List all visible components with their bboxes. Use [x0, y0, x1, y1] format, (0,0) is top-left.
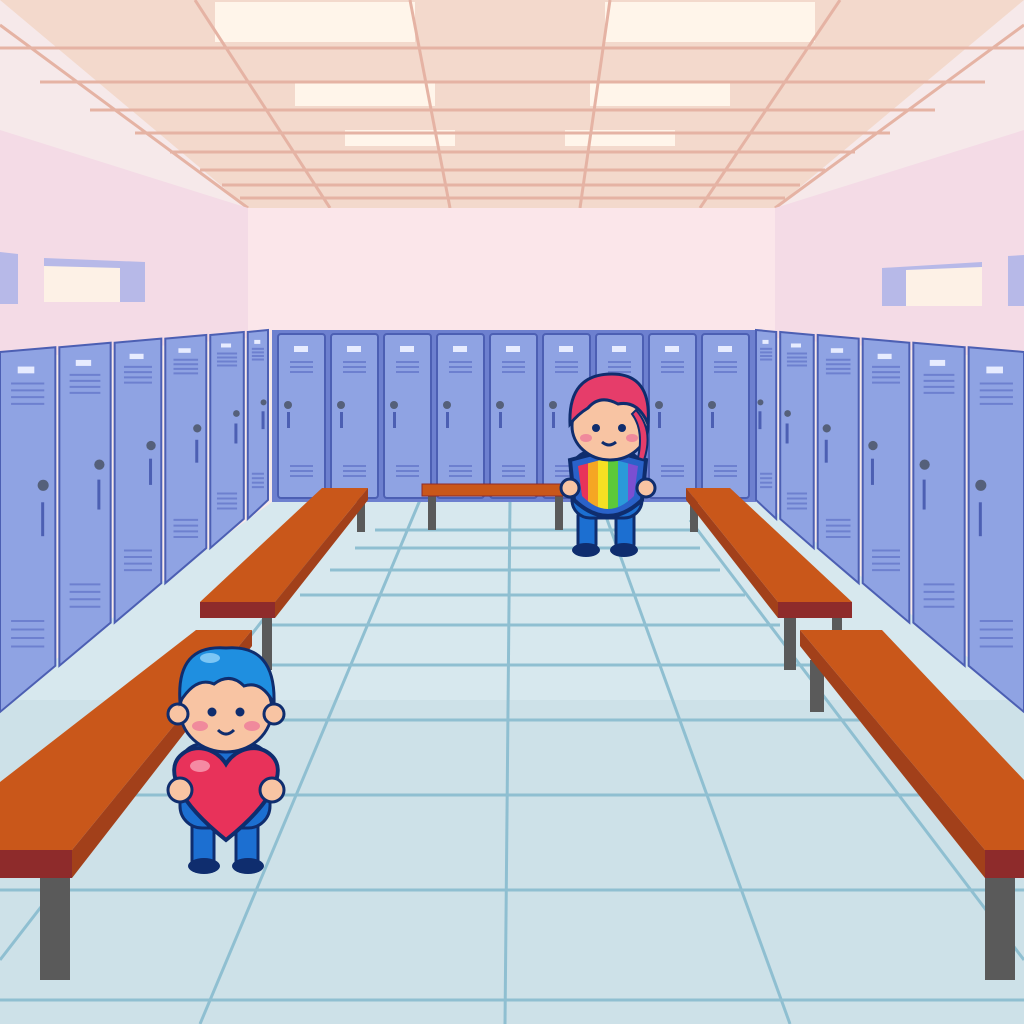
locker	[209, 330, 245, 551]
locker-room-scene	[0, 0, 1024, 1024]
locker	[246, 328, 269, 522]
locker	[701, 333, 750, 499]
locker	[912, 341, 966, 668]
locker	[164, 333, 208, 586]
locker	[436, 333, 485, 499]
locker	[648, 333, 697, 499]
locker	[383, 333, 432, 499]
ceiling	[0, 0, 1024, 210]
locker	[0, 346, 57, 714]
locker	[113, 337, 163, 625]
locker	[58, 341, 112, 668]
locker	[816, 333, 860, 586]
locker	[489, 333, 538, 499]
locker	[967, 346, 1024, 714]
locker	[779, 330, 815, 551]
locker	[861, 337, 911, 625]
locker	[277, 333, 326, 499]
back-lockers	[272, 330, 756, 502]
locker	[755, 328, 778, 522]
locker	[330, 333, 379, 499]
